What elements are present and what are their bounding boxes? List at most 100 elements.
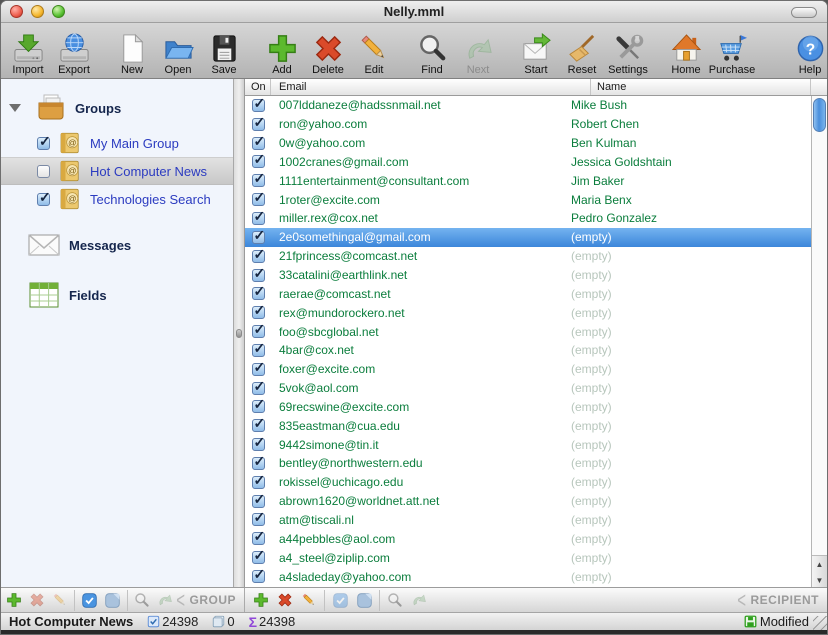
row-on-cell[interactable]	[245, 306, 271, 319]
table-row[interactable]: a44pebbles@aol.com (empty)	[245, 529, 811, 548]
table-row[interactable]: abrown1620@worldnet.att.net (empty)	[245, 492, 811, 511]
splitter-handle-icon[interactable]	[236, 329, 242, 338]
sidebar-item-technologies-search[interactable]: @ Technologies Search	[1, 185, 233, 213]
row-checkbox[interactable]	[252, 532, 265, 545]
table-row[interactable]: rokissel@uchicago.edu (empty)	[245, 473, 811, 492]
row-checkbox[interactable]	[252, 137, 265, 150]
recipient-add-button[interactable]	[249, 590, 273, 611]
table-row[interactable]: rex@mundorockero.net (empty)	[245, 303, 811, 322]
row-checkbox[interactable]	[252, 457, 265, 470]
row-checkbox[interactable]	[252, 306, 265, 319]
row-on-cell[interactable]	[245, 269, 271, 282]
row-checkbox[interactable]	[252, 551, 265, 564]
row-checkbox[interactable]	[252, 212, 265, 225]
save-button[interactable]: Save	[203, 31, 245, 76]
row-on-cell[interactable]	[245, 400, 271, 413]
group-edit-button[interactable]	[49, 590, 72, 611]
row-on-cell[interactable]	[245, 99, 271, 112]
row-on-cell[interactable]	[245, 551, 271, 564]
row-on-cell[interactable]	[245, 532, 271, 545]
row-checkbox[interactable]	[252, 344, 265, 357]
group-checkbox[interactable]	[37, 165, 50, 178]
row-on-cell[interactable]	[245, 457, 271, 470]
find-button[interactable]: Find	[411, 31, 453, 76]
table-row[interactable]: atm@tiscali.nl (empty)	[245, 511, 811, 530]
row-checkbox[interactable]	[252, 495, 265, 508]
group-delete-button[interactable]	[26, 590, 49, 611]
vertical-scrollbar[interactable]: ▲ ▼	[811, 96, 827, 587]
row-on-cell[interactable]	[245, 231, 271, 244]
row-checkbox[interactable]	[252, 400, 265, 413]
table-row[interactable]: 835eastman@cua.edu (empty)	[245, 416, 811, 435]
row-on-cell[interactable]	[245, 363, 271, 376]
row-checkbox[interactable]	[252, 231, 265, 244]
settings-button[interactable]: Settings	[607, 31, 649, 76]
table-row[interactable]: a4_steel@ziplip.com (empty)	[245, 548, 811, 567]
row-checkbox[interactable]	[252, 99, 265, 112]
table-row[interactable]: 9442simone@tin.it (empty)	[245, 435, 811, 454]
edit-button[interactable]: Edit	[353, 31, 395, 76]
row-checkbox[interactable]	[252, 174, 265, 187]
resize-grip[interactable]	[813, 616, 827, 630]
row-checkbox[interactable]	[252, 476, 265, 489]
table-row[interactable]: 1roter@excite.com Maria Benx	[245, 190, 811, 209]
export-button[interactable]: Export	[53, 31, 95, 76]
row-on-cell[interactable]	[245, 344, 271, 357]
table-row[interactable]: 4bar@cox.net (empty)	[245, 341, 811, 360]
title-bar[interactable]: Nelly.mml	[1, 1, 827, 23]
row-on-cell[interactable]	[245, 193, 271, 206]
group-checkbox[interactable]	[37, 137, 50, 150]
row-checkbox[interactable]	[252, 269, 265, 282]
scroll-down-arrow[interactable]: ▼	[812, 572, 827, 588]
column-header-email[interactable]: Email	[271, 79, 591, 95]
recipient-uncheck-all-button[interactable]	[352, 590, 376, 611]
row-on-cell[interactable]	[245, 118, 271, 131]
row-checkbox[interactable]	[252, 570, 265, 583]
row-on-cell[interactable]	[245, 495, 271, 508]
table-row[interactable]: 1111entertainment@consultant.com Jim Bak…	[245, 171, 811, 190]
group-redo-button[interactable]	[154, 590, 177, 611]
table-row[interactable]: 33catalini@earthlink.net (empty)	[245, 266, 811, 285]
table-row[interactable]: ron@yahoo.com Robert Chen	[245, 115, 811, 134]
row-on-cell[interactable]	[245, 174, 271, 187]
row-on-cell[interactable]	[245, 438, 271, 451]
table-row[interactable]: 5vok@aol.com (empty)	[245, 379, 811, 398]
group-uncheck-all-button[interactable]	[101, 590, 124, 611]
help-button[interactable]: ? Help	[789, 31, 828, 76]
row-checkbox[interactable]	[252, 438, 265, 451]
row-on-cell[interactable]	[245, 137, 271, 150]
row-checkbox[interactable]	[252, 193, 265, 206]
group-add-button[interactable]	[3, 590, 26, 611]
recipient-check-all-button[interactable]	[328, 590, 352, 611]
column-header-name[interactable]: Name	[591, 79, 811, 95]
row-on-cell[interactable]	[245, 382, 271, 395]
delete-button[interactable]: Delete	[307, 31, 349, 76]
scrollbar-thumb[interactable]	[813, 98, 826, 132]
row-checkbox[interactable]	[252, 287, 265, 300]
next-button[interactable]: Next	[457, 31, 499, 76]
recipient-delete-button[interactable]	[273, 590, 297, 611]
table-row[interactable]: 0w@yahoo.com Ben Kulman	[245, 134, 811, 153]
table-row[interactable]: foxer@excite.com (empty)	[245, 360, 811, 379]
recipient-find-button[interactable]	[383, 590, 407, 611]
open-button[interactable]: Open	[157, 31, 199, 76]
table-row[interactable]: bentley@northwestern.edu (empty)	[245, 454, 811, 473]
row-on-cell[interactable]	[245, 250, 271, 263]
import-button[interactable]: Import	[7, 31, 49, 76]
sidebar-splitter[interactable]	[233, 79, 245, 587]
row-checkbox[interactable]	[252, 419, 265, 432]
row-checkbox[interactable]	[252, 118, 265, 131]
table-row[interactable]: 21fprincess@comcast.net (empty)	[245, 247, 811, 266]
row-on-cell[interactable]	[245, 325, 271, 338]
table-row[interactable]: raerae@comcast.net (empty)	[245, 284, 811, 303]
row-checkbox[interactable]	[252, 250, 265, 263]
table-row[interactable]: 69recswine@excite.com (empty)	[245, 398, 811, 417]
reset-button[interactable]: Reset	[561, 31, 603, 76]
sidebar-item-fields[interactable]: Fields	[19, 277, 233, 313]
sidebar-item-my-main-group[interactable]: @ My Main Group	[1, 129, 233, 157]
group-check-all-button[interactable]	[78, 590, 101, 611]
table-row[interactable]: 2e0somethingal@gmail.com (empty)	[245, 228, 811, 247]
table-row[interactable]: a4sladeday@yahoo.com (empty)	[245, 567, 811, 586]
add-button[interactable]: Add	[261, 31, 303, 76]
disclosure-triangle-icon[interactable]	[9, 104, 21, 112]
